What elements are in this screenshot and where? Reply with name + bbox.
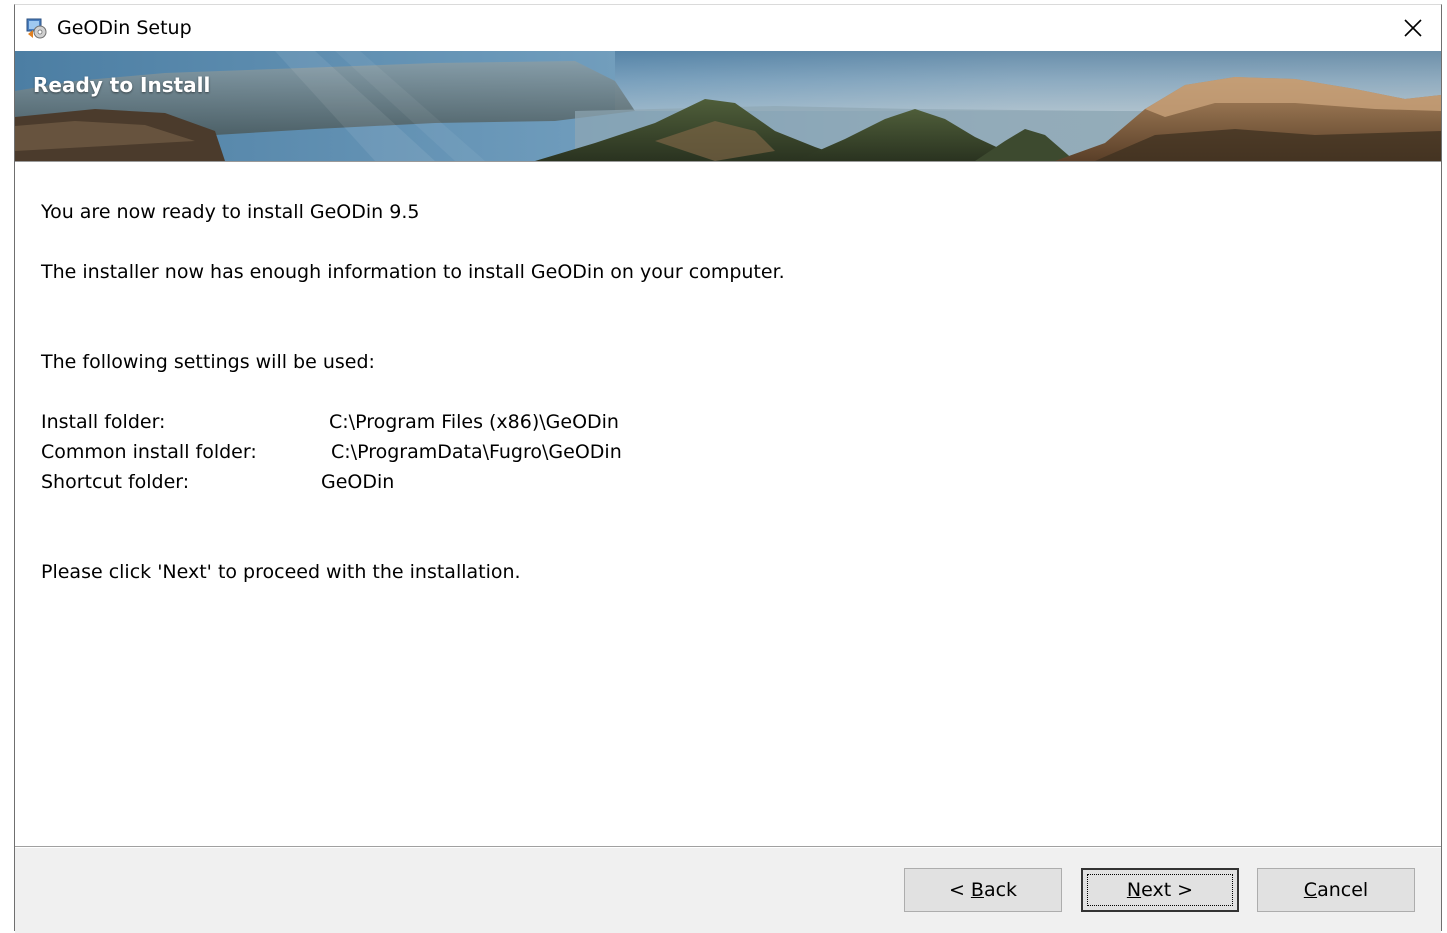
landscape-banner-image — [15, 51, 1441, 161]
install-folder-label: Install folder: — [41, 411, 166, 433]
installer-icon — [25, 17, 47, 39]
next-button[interactable]: Next > — [1081, 868, 1239, 912]
window-title: GeODin Setup — [57, 17, 192, 39]
cancel-button[interactable]: Cancel — [1257, 868, 1415, 912]
header-banner: Ready to Install — [15, 51, 1441, 162]
install-folder-value: C:\Program Files (x86)\GeODin — [329, 411, 619, 433]
setup-window: GeODin Setup Ready to Install You are no… — [14, 4, 1442, 933]
common-install-folder-label: Common install folder: — [41, 441, 257, 463]
proceed-text: Please click 'Next' to proceed with the … — [41, 561, 521, 583]
title-bar: GeODin Setup — [15, 5, 1441, 51]
banner-title: Ready to Install — [33, 73, 211, 97]
button-bar: < Back Next > Cancel — [15, 846, 1441, 933]
cancel-button-label: Cancel — [1303, 879, 1369, 901]
back-button[interactable]: < Back — [904, 868, 1062, 912]
shortcut-folder-label: Shortcut folder: — [41, 471, 190, 493]
common-install-folder-value: C:\ProgramData\Fugro\GeODin — [331, 441, 622, 463]
close-icon — [1404, 19, 1422, 37]
close-button[interactable] — [1385, 5, 1441, 51]
back-button-label: < Back — [948, 879, 1018, 901]
ready-text: You are now ready to install GeODin 9.5 — [41, 201, 420, 223]
focus-rectangle — [1087, 874, 1233, 906]
settings-heading: The following settings will be used: — [41, 351, 375, 373]
info-text: The installer now has enough information… — [41, 261, 785, 283]
shortcut-folder-value: GeODin — [321, 471, 395, 493]
